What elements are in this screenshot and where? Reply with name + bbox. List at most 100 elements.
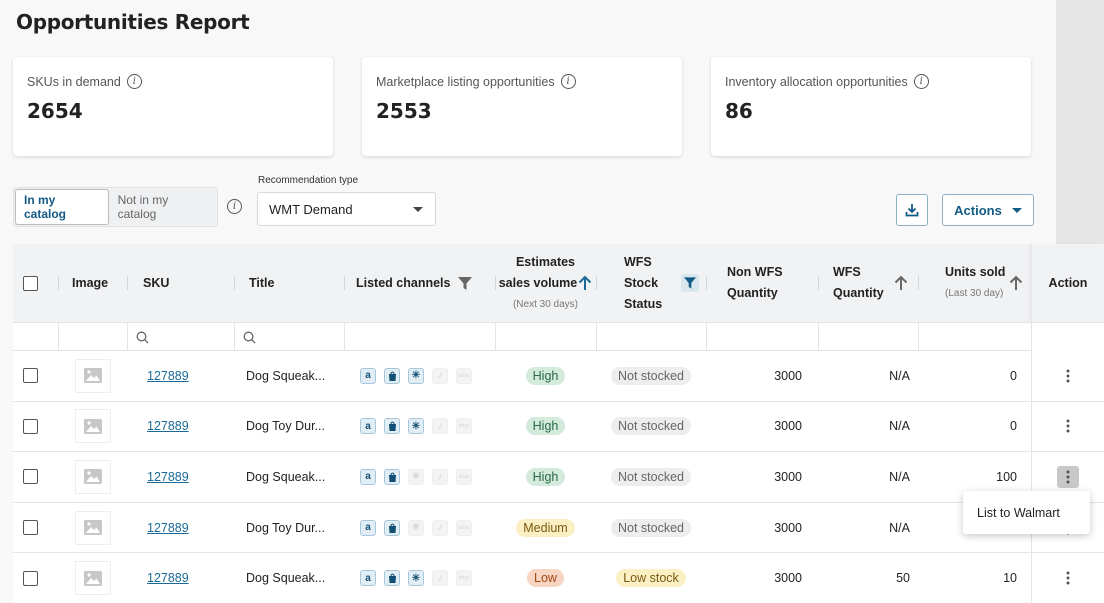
row-checkbox[interactable] <box>23 469 38 485</box>
card-value: 2553 <box>376 99 432 123</box>
wfs-quantity: N/A <box>889 469 910 484</box>
tab-not-in-my-catalog[interactable]: Not in my catalog <box>110 188 217 226</box>
sku-link[interactable]: 127889 <box>147 470 189 484</box>
sku-search[interactable] <box>127 323 234 351</box>
filter-icon[interactable] <box>458 276 473 290</box>
col-title[interactable]: Title <box>249 276 274 290</box>
filter-active-button[interactable] <box>681 274 700 292</box>
wfs-status-badge: Not stocked <box>610 518 691 537</box>
product-image-placeholder <box>75 561 111 596</box>
table-row[interactable]: 127889 Dog Toy Dur... a ✳ ♪ ebay High Not s… <box>13 401 1104 453</box>
row-actions-button[interactable] <box>1057 465 1079 488</box>
kebab-menu-icon <box>1066 470 1070 484</box>
amazon-icon: a <box>360 367 376 384</box>
shopify-icon <box>384 367 400 384</box>
non-wfs-quantity: 3000 <box>774 469 802 484</box>
col-units-sold-sub: (Last 30 day) <box>945 288 1004 299</box>
row-actions-button[interactable] <box>1057 415 1079 437</box>
row-actions-button[interactable] <box>1057 567 1079 589</box>
title-search[interactable] <box>234 323 344 351</box>
wfs-status-badge: Not stocked <box>610 467 691 486</box>
image-icon <box>84 368 102 384</box>
sku-link[interactable]: 127889 <box>147 369 189 383</box>
sort-up-icon[interactable] <box>894 275 908 291</box>
menu-item-list-to-walmart[interactable]: List to Walmart <box>977 506 1060 520</box>
tiktok-icon: ♪ <box>432 519 448 536</box>
row-checkbox[interactable] <box>23 418 38 434</box>
ebay-icon: ebay <box>456 418 472 435</box>
sales-volume-badge: Medium <box>516 518 575 537</box>
sku-link[interactable]: 127889 <box>147 571 189 585</box>
tiktok-icon: ♪ <box>432 468 448 485</box>
units-sold: 10 <box>1003 571 1017 586</box>
filter-row <box>13 322 1104 351</box>
row-checkbox[interactable] <box>23 520 38 536</box>
sort-up-icon[interactable] <box>578 275 592 291</box>
wfs-quantity: 50 <box>896 571 910 586</box>
product-title: Dog Squeak... <box>246 571 326 586</box>
select-all-checkbox[interactable] <box>23 275 38 291</box>
table-row[interactable]: 127889 Dog Squeak... a ✳ ♪ ebay Low Low sto… <box>13 553 1104 603</box>
search-icon <box>243 331 256 343</box>
actions-button[interactable]: Actions <box>942 194 1034 226</box>
search-icon <box>136 331 149 343</box>
row-context-menu: List to Walmart <box>963 491 1090 534</box>
table-row[interactable]: 127889 Dog Squeak... a ✳ ♪ ebay High Not st… <box>13 452 1104 503</box>
product-title: Dog Squeak... <box>246 469 326 484</box>
recommendation-type-select[interactable]: WMT Demand <box>257 192 436 226</box>
wfs-status-badge: Low stock <box>616 569 686 588</box>
image-icon <box>84 520 102 536</box>
product-title: Dog Squeak... <box>246 368 326 383</box>
image-icon <box>84 570 102 586</box>
sku-link[interactable]: 127889 <box>147 521 189 535</box>
sales-volume-badge: High <box>525 417 566 436</box>
listed-channels: a ✳ ♪ ebay <box>360 503 480 553</box>
walmart-icon: ✳ <box>408 418 424 435</box>
amazon-icon: a <box>360 418 376 435</box>
table-header: Image SKU Title Listed channels Estimate… <box>13 244 1104 322</box>
kebab-menu-icon <box>1066 369 1070 383</box>
row-actions-button[interactable] <box>1057 365 1079 387</box>
wfs-quantity: N/A <box>889 368 910 383</box>
product-image-placeholder <box>75 409 111 444</box>
info-icon[interactable]: i <box>227 199 242 214</box>
col-image: Image <box>72 276 109 290</box>
non-wfs-quantity: 3000 <box>774 419 802 434</box>
units-sold: 100 <box>996 469 1017 484</box>
col-listed-channels: Listed channels <box>356 276 451 290</box>
sort-up-icon[interactable] <box>1009 275 1023 291</box>
chevron-down-icon <box>413 206 423 212</box>
sku-link[interactable]: 127889 <box>147 419 189 433</box>
row-checkbox[interactable] <box>23 570 38 586</box>
walmart-icon: ✳ <box>408 519 424 536</box>
catalog-toggle: In my catalog Not in my catalog <box>13 187 218 227</box>
ebay-icon: ebay <box>456 570 472 587</box>
sales-volume-badge: High <box>525 366 566 385</box>
ebay-icon: ebay <box>456 367 472 384</box>
tiktok-icon: ♪ <box>432 570 448 587</box>
row-checkbox[interactable] <box>23 368 38 384</box>
col-sales-volume-sub: (Next 30 days) <box>512 298 578 310</box>
opportunities-table: Image SKU Title Listed channels Estimate… <box>13 244 1104 603</box>
info-icon[interactable]: i <box>126 74 142 89</box>
card-skus-in-demand: SKUs in demand i 2654 <box>13 57 333 156</box>
info-icon[interactable]: i <box>913 74 929 89</box>
recommendation-type-label: Recommendation type <box>258 175 359 186</box>
non-wfs-quantity: 3000 <box>774 368 802 383</box>
walmart-icon: ✳ <box>408 570 424 587</box>
download-button[interactable] <box>896 194 928 226</box>
units-sold: 0 <box>1010 419 1017 434</box>
info-icon[interactable]: i <box>560 74 576 89</box>
table-row[interactable]: 127889 Dog Squeak... a ✳ ♪ ebay High Not st… <box>13 351 1104 402</box>
col-sku[interactable]: SKU <box>143 276 169 290</box>
tab-in-my-catalog[interactable]: In my catalog <box>15 189 109 225</box>
sales-volume-badge: High <box>525 467 566 486</box>
tiktok-icon: ♪ <box>432 367 448 384</box>
table-row[interactable]: 127889 Dog Toy Dur... a ✳ ♪ ebay Medium Not… <box>13 502 1104 554</box>
tiktok-icon: ♪ <box>432 418 448 435</box>
product-title: Dog Toy Dur... <box>246 419 325 434</box>
wfs-quantity: N/A <box>889 520 910 535</box>
product-title: Dog Toy Dur... <box>246 520 325 535</box>
product-image-placeholder <box>75 459 111 494</box>
download-icon <box>905 204 919 217</box>
